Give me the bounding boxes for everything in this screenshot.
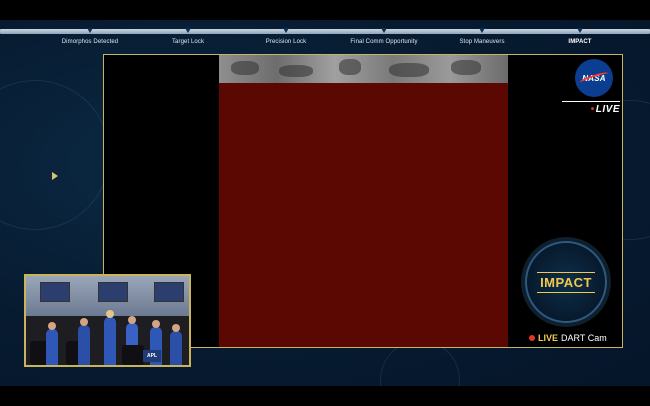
milestone-stop-maneuvers: Stop Maneuvers [459,39,505,45]
letterbox-bottom [0,386,650,406]
mission-timeline: Dimorphos Detected Target Lock Precision… [0,26,650,50]
live-indicator: •LIVE [562,101,620,115]
background-ring [0,80,110,230]
asteroid-surface-image [219,55,508,83]
milestone-marker-icon [381,28,387,33]
milestone-marker-icon [479,28,485,33]
milestone-precision-lock: Precision Lock [265,39,307,45]
live-label: LIVE [595,104,620,115]
impact-badge-label: IMPACT [537,271,595,293]
control-room-pip-video[interactable]: APL [24,274,191,367]
broadcast-stage: Dimorphos Detected Target Lock Precision… [0,20,650,386]
milestone-marker-icon [87,28,93,33]
dart-camera-feed [219,55,508,347]
milestone-marker-icon [185,28,191,33]
timeline-track [0,29,650,34]
letterbox-top [0,0,650,20]
live-dot-icon [529,335,535,341]
timeline-marker-icon [52,172,58,180]
live-cam-label: LIVE DART Cam [529,333,607,343]
milestone-marker-icon [283,28,289,33]
milestone-final-comm: Final Comm Opportunity [350,39,418,45]
cam-live-label: LIVE [538,333,559,343]
cam-name: DART Cam [561,333,607,343]
milestone-dimorphos-detected: Dimorphos Detected [61,39,119,45]
nasa-logo: NASA [575,59,613,97]
milestone-impact: IMPACT [568,39,592,45]
milestone-marker-icon [577,28,583,33]
live-dot-icon: • [590,104,595,115]
milestone-target-lock: Target Lock [171,39,205,45]
impact-badge: IMPACT [525,241,607,323]
apl-logo: APL [143,350,161,362]
